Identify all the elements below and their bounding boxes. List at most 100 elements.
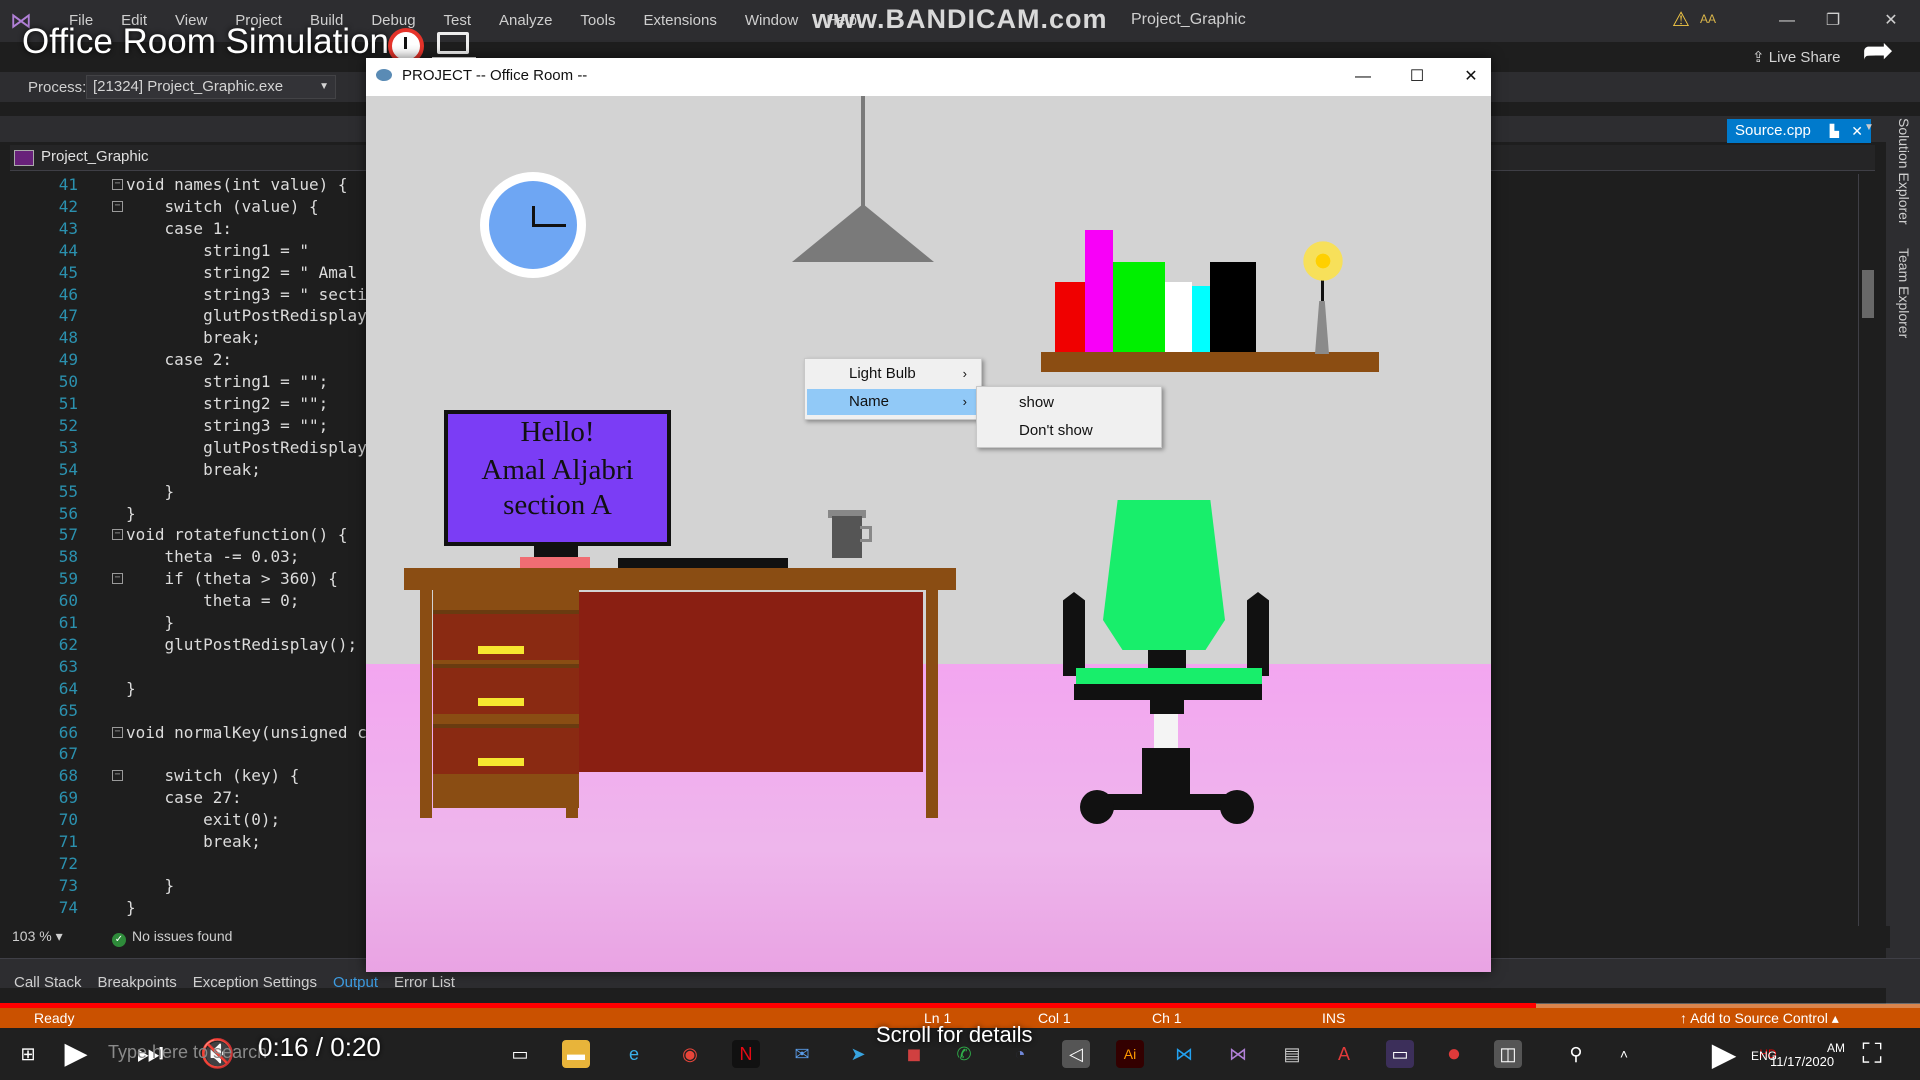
tray-chevron-icon[interactable]: ˄ [1610,1040,1638,1068]
code-line[interactable]: 49 case 2: [10,349,380,371]
terminal-icon[interactable]: ▭ [1386,1040,1414,1068]
tab-output[interactable]: Output [333,974,378,991]
code-line[interactable]: 51 string2 = ""; [10,393,380,415]
navigation-project-dropdown[interactable]: Project_Graphic [41,148,149,165]
submenu-item-dont-show[interactable]: Don't show [979,418,1159,444]
code-line[interactable]: 61 } [10,612,380,634]
live-share-button[interactable]: ⇪ Live Share [1752,48,1840,66]
tab-call-stack[interactable]: Call Stack [14,974,82,991]
visual-studio-icon[interactable]: ⋈ [1224,1040,1252,1068]
warning-icon[interactable]: ⚠ [1672,10,1694,30]
document-app-icon[interactable]: ▤ [1278,1040,1306,1068]
account-initials-badge[interactable]: AA [1700,12,1716,26]
code-line[interactable]: 74} [10,897,380,919]
maximize-icon[interactable]: ☐ [1397,62,1437,92]
code-line[interactable]: 43 case 1: [10,218,380,240]
people-icon[interactable]: ⚲ [1562,1040,1590,1068]
code-line[interactable]: 41 − void names(int value) { [10,174,380,196]
menu-window[interactable]: Window [731,10,812,32]
youtube-play-icon[interactable]: ▶ [1710,1038,1738,1070]
code-line[interactable]: 64} [10,678,380,700]
acrobat-icon[interactable]: A [1330,1040,1358,1068]
code-line[interactable]: 50 string1 = ""; [10,371,380,393]
code-line[interactable]: 52 string3 = ""; [10,415,380,437]
collapse-icon[interactable]: − [112,529,123,541]
issues-indicator[interactable]: ✓ No issues found [112,928,232,947]
pin-icon[interactable]: ▙ [1830,119,1839,143]
task-view-icon[interactable]: ▭ [506,1040,534,1068]
illustrator-icon[interactable]: Ai [1116,1040,1144,1068]
tab-breakpoints[interactable]: Breakpoints [98,974,177,991]
tab-exception-settings[interactable]: Exception Settings [193,974,317,991]
code-line[interactable]: 73 } [10,875,380,897]
chrome-icon[interactable]: ◉ [676,1040,704,1068]
code-line[interactable]: 54 break; [10,459,380,481]
windows-start-icon[interactable]: ⊞ [14,1040,42,1068]
video-progress-fill[interactable] [0,1003,1536,1008]
collapse-icon[interactable]: − [112,770,123,782]
code-line[interactable]: 58 theta -= 0.03; [10,546,380,568]
code-line[interactable]: 70 exit(0); [10,809,380,831]
menu-item-name[interactable]: Name › [807,389,979,415]
tab-list-dropdown-icon[interactable]: ▼ [1864,122,1874,133]
collapse-icon[interactable]: − [112,179,123,190]
close-tab-icon[interactable]: ✕ [1851,119,1863,143]
play-icon[interactable]: ▶ [62,1039,90,1069]
office-room-scene[interactable]: Hello! Amal Aljabri section A [366,96,1491,972]
code-line[interactable]: 62 glutPostRedisplay(); [10,634,380,656]
menu-analyze[interactable]: Analyze [485,10,566,32]
code-line[interactable]: 65 [10,700,380,722]
menu-tools[interactable]: Tools [566,10,629,32]
close-icon[interactable]: ✕ [1451,62,1491,92]
code-line[interactable]: 48 break; [10,327,380,349]
code-line[interactable]: 71 break; [10,831,380,853]
mail-icon[interactable]: ✉ [788,1040,816,1068]
tab-error-list[interactable]: Error List [394,974,455,991]
code-line[interactable]: 42 − switch (value) { [10,196,380,218]
taskbar-date[interactable]: 11/17/2020 [1770,1054,1834,1069]
code-line[interactable]: 44 string1 = " H [10,240,380,262]
code-line[interactable]: 59 − if (theta > 360) { [10,568,380,590]
code-line[interactable]: 69 case 27: [10,787,380,809]
taskbar-search[interactable]: Type here to search [108,1042,267,1063]
code-line[interactable]: 46 string3 = " sectio [10,284,380,306]
code-line[interactable]: 60 theta = 0; [10,590,380,612]
code-line[interactable]: 55 } [10,481,380,503]
menu-item-light-bulb[interactable]: Light Bulb › [807,361,979,387]
solution-explorer-tab[interactable]: Solution Explorer [1896,118,1912,225]
discord-icon[interactable]: ◔ [1006,1040,1034,1068]
telegram-icon[interactable]: ➤ [844,1040,872,1068]
code-line[interactable]: 66 − void normalKey(unsigned ch [10,722,380,744]
code-line[interactable]: 47 glutPostRedisplay( [10,305,380,327]
tab-source-cpp[interactable]: Source.cpp ▙ ✕ [1727,119,1871,143]
whatsapp-icon[interactable]: ✆ [950,1040,978,1068]
netflix-icon[interactable]: N [732,1040,760,1068]
file-explorer-icon[interactable]: ▬ [562,1040,590,1068]
code-line[interactable]: 53 glutPostRedisplay( [10,437,380,459]
code-line[interactable]: 63 [10,656,380,678]
vs-restore-icon[interactable]: ❐ [1818,8,1848,34]
code-line[interactable]: 45 string2 = " Amal A [10,262,380,284]
menu-test[interactable]: Test [430,10,486,32]
glut-window-taskbar-icon[interactable]: ◫ [1494,1040,1522,1068]
edge-browser-icon[interactable]: e [620,1040,648,1068]
office-room-window[interactable]: PROJECT -- Office Room -- — ☐ ✕ Hello! A… [366,58,1491,972]
collapse-icon[interactable]: − [112,726,123,738]
menu-extensions[interactable]: Extensions [629,10,730,32]
process-select[interactable]: [21324] Project_Graphic.exe ▼ [86,75,336,99]
team-explorer-tab[interactable]: Team Explorer [1896,248,1912,338]
collapse-icon[interactable]: − [112,200,123,212]
code-line[interactable]: 68 − switch (key) { [10,765,380,787]
fullscreen-exit-icon[interactable]: ⛶ [1858,1040,1886,1068]
bandicam-record-icon[interactable]: ● [1440,1040,1468,1068]
code-line[interactable]: 57 − void rotatefunction() { [10,524,380,546]
unity-icon[interactable]: ◁ [1062,1040,1090,1068]
code-line[interactable]: 56} [10,503,380,525]
editor-scroll-thumb[interactable] [1862,270,1874,318]
vscode-icon[interactable]: ⋈ [1170,1040,1198,1068]
video-title[interactable]: Office Room Simulation [22,22,389,62]
collapse-icon[interactable]: − [112,573,123,585]
vs-minimize-icon[interactable]: — [1772,8,1802,34]
code-line[interactable]: 67 [10,743,380,765]
minimize-icon[interactable]: — [1343,62,1383,92]
